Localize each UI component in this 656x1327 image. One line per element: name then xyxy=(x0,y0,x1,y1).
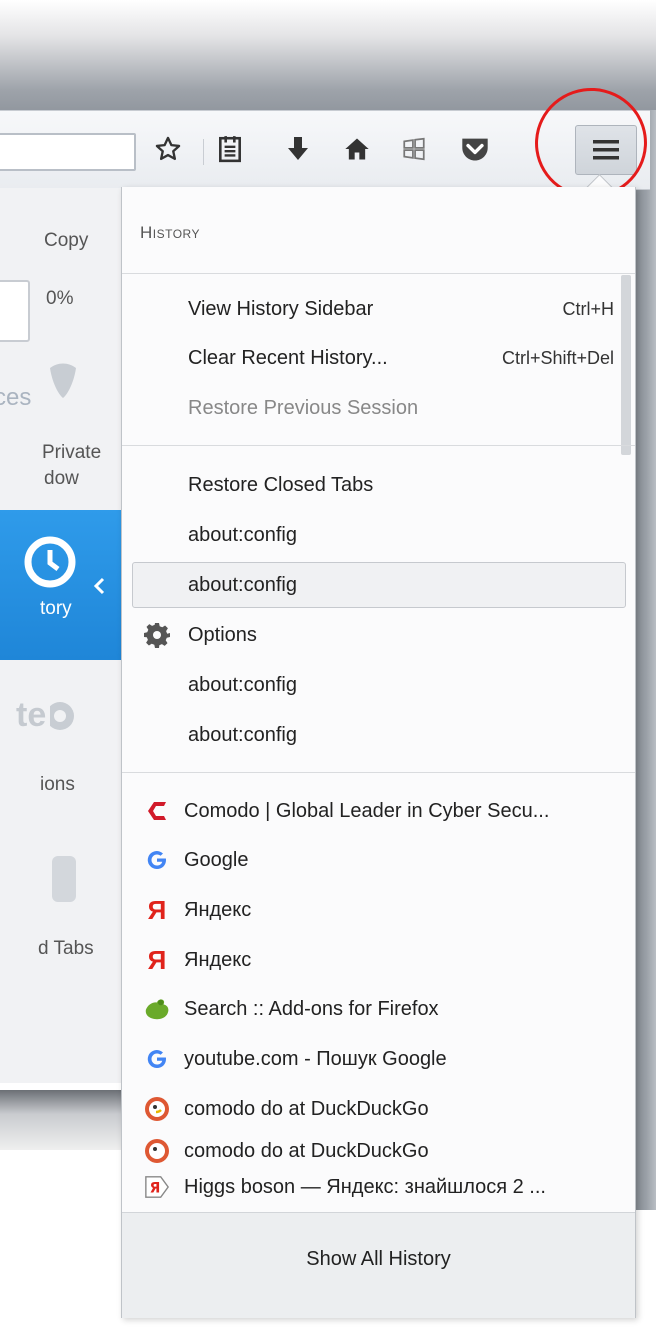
windows-icon[interactable] xyxy=(392,127,436,171)
star-icon[interactable] xyxy=(146,127,190,171)
addons-puzzle-icon xyxy=(144,996,170,1022)
restore-previous-session-item: Restore Previous Session xyxy=(188,396,419,419)
pocket-icon[interactable] xyxy=(453,127,497,171)
divider xyxy=(122,273,635,274)
restore-closed-tabs-item[interactable]: Restore Closed Tabs xyxy=(132,465,626,505)
synced-tabs-label: d Tabs xyxy=(38,938,94,959)
customize-label: ces xyxy=(0,384,32,411)
closed-tab-item[interactable]: about:config xyxy=(132,665,626,705)
history-entry[interactable]: Я Яндекс xyxy=(132,890,626,930)
history-clock-icon xyxy=(24,536,76,588)
history-label: tory xyxy=(40,598,72,619)
comodo-icon xyxy=(144,798,170,824)
yandex-icon: Я xyxy=(147,944,167,975)
view-history-sidebar-item[interactable]: View History Sidebar Ctrl+H xyxy=(132,289,626,329)
duckduckgo-icon xyxy=(144,1096,170,1122)
history-entry[interactable]: Я Яндекс xyxy=(132,940,626,980)
menu-panel-behind: Copy 0% ces Private dow tory te ions d T… xyxy=(0,188,123,1083)
history-entry[interactable]: youtube.com - Пошук Google xyxy=(132,1039,626,1079)
private-label: Private xyxy=(42,442,102,463)
zoom-label: 0% xyxy=(46,288,74,309)
zoom-box[interactable] xyxy=(0,280,30,342)
options-label: ions xyxy=(40,774,75,795)
google-icon xyxy=(144,1046,170,1072)
google-icon xyxy=(144,847,170,873)
chevron-left-icon xyxy=(93,577,105,595)
window-label: dow xyxy=(44,468,79,489)
history-panel: History View History Sidebar Ctrl+H Clea… xyxy=(121,187,636,1318)
closed-tab-item[interactable]: about:config xyxy=(132,715,626,755)
history-entry[interactable]: Я Higgs boson — Яндекс: знайшлося 2 ... xyxy=(132,1167,626,1207)
gear-icon xyxy=(144,622,170,648)
url-bar[interactable] xyxy=(0,133,136,171)
yandex-icon: Я xyxy=(147,894,167,925)
panel-footer: Show All History xyxy=(122,1212,635,1318)
yandex-tab-icon: Я xyxy=(144,1174,170,1200)
preferences-fragment: te xyxy=(16,696,47,734)
history-entry[interactable]: comodo do at DuckDuckGo xyxy=(132,1138,626,1164)
closed-tab-options-item[interactable]: Options xyxy=(132,615,626,655)
show-all-history-button[interactable]: Show All History xyxy=(122,1213,635,1318)
shortcut-label: Ctrl+H xyxy=(562,298,614,319)
divider xyxy=(122,772,635,773)
history-entry[interactable]: comodo do at DuckDuckGo xyxy=(132,1089,626,1129)
clear-recent-history-item[interactable]: Clear Recent History... Ctrl+Shift+Del xyxy=(132,338,626,378)
history-entry[interactable]: Comodo | Global Leader in Cyber Secu... xyxy=(132,791,626,831)
panel-title: History xyxy=(140,223,201,242)
bookmarks-list-icon[interactable] xyxy=(208,127,252,171)
home-icon[interactable] xyxy=(335,127,379,171)
toolbar-separator xyxy=(203,139,204,165)
synced-tabs-icon xyxy=(52,856,76,902)
background-window-bottom xyxy=(0,1090,125,1150)
private-mask-icon xyxy=(50,363,76,398)
download-icon[interactable] xyxy=(276,127,320,171)
closed-tab-item[interactable]: about:config xyxy=(132,515,626,555)
copy-label: Copy xyxy=(44,230,89,251)
history-entry[interactable]: Google xyxy=(132,840,626,880)
duckduckgo-icon xyxy=(144,1138,170,1164)
closed-tab-item-selected[interactable]: about:config xyxy=(132,562,626,608)
shortcut-label: Ctrl+Shift+Del xyxy=(501,347,614,368)
history-entry[interactable]: Search :: Add-ons for Firefox xyxy=(132,989,626,1029)
gear-icon xyxy=(50,702,74,730)
svg-text:Я: Я xyxy=(150,1181,161,1197)
history-button-active[interactable]: tory xyxy=(0,510,122,660)
divider xyxy=(122,445,635,446)
